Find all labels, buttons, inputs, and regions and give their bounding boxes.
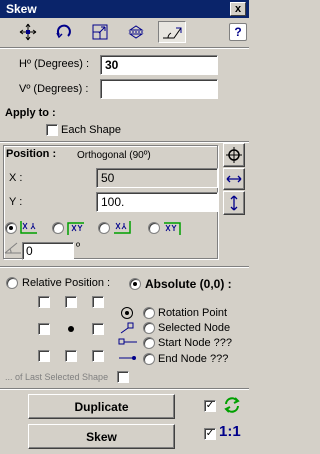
last-selected-shape-checkbox[interactable] — [117, 371, 129, 383]
y-input[interactable]: 100. — [96, 192, 218, 212]
keep-ratio-label: 1:1 — [219, 423, 241, 440]
anchor-middle-right[interactable] — [92, 323, 104, 335]
keep-ratio-checkbox[interactable]: ✓ — [204, 428, 216, 440]
absolute-position-label: Absolute (0,0) : — [145, 277, 232, 291]
h-degrees-input[interactable]: 30 — [100, 55, 218, 75]
anchor-top-center[interactable] — [65, 296, 77, 308]
relative-position-option[interactable]: Relative Position : — [6, 277, 110, 289]
end-node-icon — [119, 356, 136, 360]
absolute-position-radio[interactable] — [129, 278, 141, 290]
axis-option-1[interactable] — [5, 219, 41, 237]
selected-node-option[interactable]: Selected Node — [143, 322, 230, 334]
axis-radio-4[interactable] — [148, 222, 160, 234]
duplicate-button[interactable]: Duplicate — [28, 394, 175, 419]
each-shape-checkbox[interactable] — [46, 124, 58, 136]
rotation-point-label: Rotation Point — [158, 307, 228, 319]
rotation-point-radio[interactable] — [143, 307, 155, 319]
selected-node-icon — [120, 322, 134, 334]
anchor-bottom-left[interactable] — [38, 350, 50, 362]
x-input[interactable]: 50 — [96, 168, 218, 188]
horizontal-align-button[interactable] — [223, 168, 245, 190]
apply-to-label: Apply to : — [5, 107, 56, 119]
x-label: X : — [9, 172, 23, 184]
skew-tool-button[interactable] — [158, 21, 186, 43]
last-selected-shape-label: ... of Last Selected Shape — [5, 372, 109, 382]
skew-button[interactable]: Skew — [28, 424, 175, 449]
help-button[interactable]: ? — [229, 23, 247, 41]
absolute-position-option[interactable]: Absolute (0,0) : — [129, 277, 232, 291]
relative-position-radio[interactable] — [6, 277, 18, 289]
angle-icon — [4, 242, 21, 254]
axis-bottom-right-icon — [114, 221, 131, 234]
rotation-point-icon — [121, 307, 133, 319]
scale-tool-icon — [92, 24, 108, 40]
y-label: Y : — [9, 196, 23, 208]
v-degrees-label: Vº (Degrees) : — [19, 83, 89, 95]
anchor-grid — [38, 296, 104, 362]
horizontal-arrows-icon — [226, 175, 242, 183]
reflect-tool-icon — [128, 25, 144, 39]
axis-option-2[interactable] — [52, 219, 88, 237]
anchor-bottom-right[interactable] — [92, 350, 104, 362]
angle-unit: º — [76, 241, 81, 253]
move-tool-button[interactable] — [14, 21, 42, 43]
anchor-center[interactable] — [65, 323, 77, 335]
anchor-top-left[interactable] — [38, 296, 50, 308]
close-button[interactable]: x — [230, 2, 246, 16]
divider — [0, 266, 249, 268]
pick-position-button[interactable] — [223, 143, 245, 167]
vertical-arrows-icon — [230, 195, 238, 211]
rotate-tool-button[interactable] — [50, 21, 78, 43]
reflect-tool-button[interactable] — [122, 21, 150, 43]
axis-radio-2[interactable] — [52, 222, 64, 234]
transform-toolbar — [14, 21, 186, 43]
position-label: Position : — [6, 148, 57, 160]
v-degrees-input[interactable] — [100, 79, 218, 99]
relative-position-label: Relative Position : — [22, 277, 111, 289]
repeat-icon — [224, 397, 240, 413]
h-degrees-label: Hº (Degrees) : — [19, 58, 90, 70]
axis-bottom-left-icon — [20, 221, 37, 234]
title-bar: Skew x — [0, 0, 249, 18]
skew-tool-icon — [163, 27, 182, 39]
vertical-align-button[interactable] — [223, 191, 245, 215]
start-node-radio[interactable] — [143, 337, 155, 349]
end-node-option[interactable]: End Node ??? — [143, 353, 228, 365]
anchor-top-right[interactable] — [92, 296, 104, 308]
start-node-label: Start Node ??? — [158, 337, 232, 349]
angle-input[interactable]: 0 — [22, 242, 74, 260]
move-tool-icon — [19, 23, 37, 41]
divider — [0, 388, 249, 390]
anchor-middle-left[interactable] — [38, 323, 50, 335]
axis-option-4[interactable] — [148, 219, 184, 237]
divider — [0, 141, 249, 143]
axis-top-right-icon — [164, 222, 181, 235]
window-title: Skew — [6, 2, 37, 16]
rotate-tool-icon — [56, 24, 71, 39]
each-shape-label: Each Shape — [61, 124, 121, 136]
rotation-point-option[interactable]: Rotation Point — [143, 307, 227, 319]
orthogonal-mode-label: Orthogonal (90º) — [77, 150, 151, 161]
end-node-radio[interactable] — [143, 353, 155, 365]
axis-radio-3[interactable] — [98, 222, 110, 234]
anchor-bottom-center[interactable] — [65, 350, 77, 362]
axis-top-left-icon — [67, 222, 84, 235]
end-node-label: End Node ??? — [158, 353, 229, 365]
crosshair-icon — [226, 147, 242, 163]
divider — [0, 47, 249, 49]
axis-option-3[interactable] — [98, 219, 134, 237]
start-node-option[interactable]: Start Node ??? — [143, 337, 232, 349]
selected-node-label: Selected Node — [158, 322, 231, 334]
scale-tool-button[interactable] — [86, 21, 114, 43]
start-node-icon — [118, 338, 137, 345]
repeat-checkbox[interactable]: ✓ — [204, 400, 216, 412]
axis-radio-1[interactable] — [5, 222, 17, 234]
selected-node-radio[interactable] — [143, 322, 155, 334]
